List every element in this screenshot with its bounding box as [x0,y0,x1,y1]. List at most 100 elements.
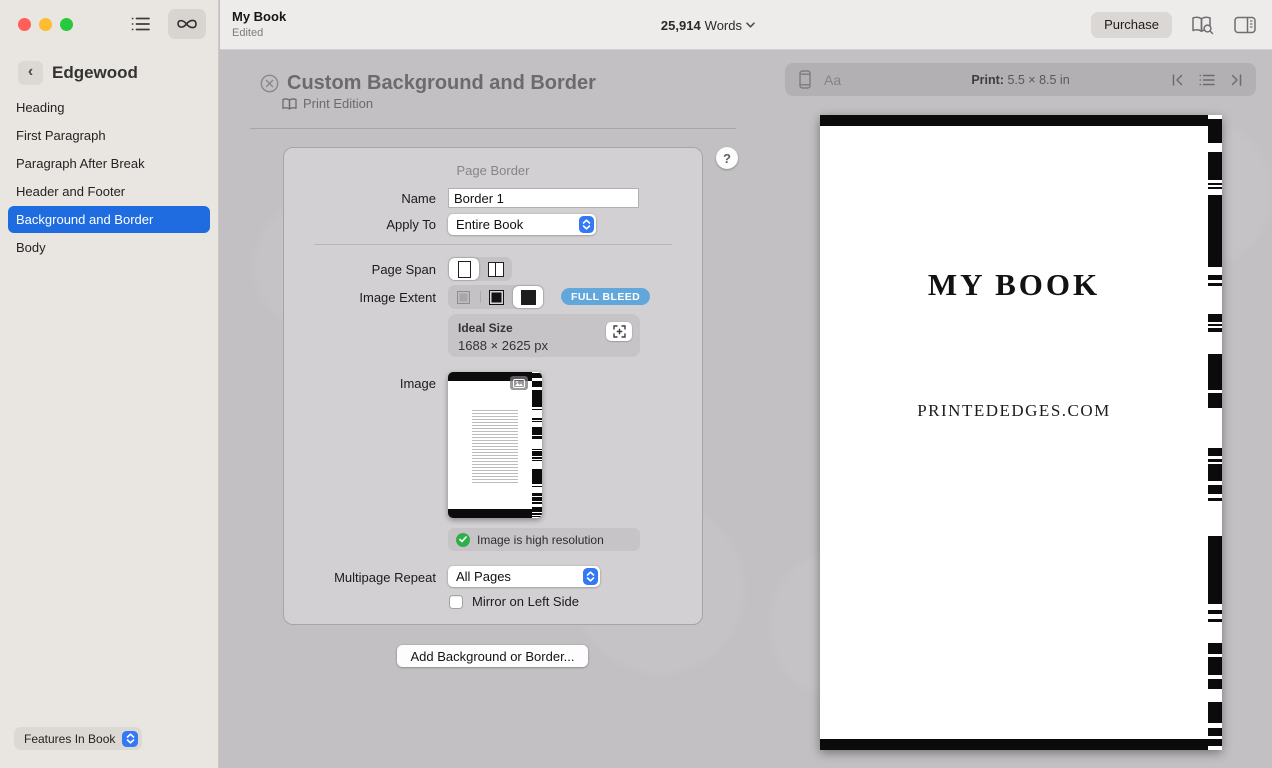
stepper-icon [579,216,594,233]
ideal-size-box: Ideal Size 1688 × 2625 px [448,314,640,357]
resolution-status-box: Image is high resolution [448,528,640,551]
editor-content: Custom Background and Border Print Editi… [220,50,769,768]
back-button[interactable]: ‹ [18,61,43,85]
crop-plus-icon [613,325,626,338]
border-edge-pattern [532,372,542,518]
two-page-icon [488,262,505,277]
help-button[interactable]: ? [716,147,738,169]
sidebar-item-header-and-footer[interactable]: Header and Footer [8,178,210,205]
inspector-panel-icon[interactable] [1234,16,1256,34]
sidebar-item-first-paragraph[interactable]: First Paragraph [8,122,210,149]
single-page-icon [458,261,471,278]
image-extent-page-option[interactable] [481,285,513,309]
section-title: Page Border [284,163,702,178]
preview-area: Aa Print: 5.5 × 8.5 in [769,50,1272,768]
multipage-repeat-label: Multipage Repeat [304,570,436,585]
chevron-down-icon [746,22,755,28]
chevron-left-icon: ‹ [28,63,33,81]
preview-header: Purchase [769,0,1272,50]
contents-mode-button[interactable] [122,9,160,39]
close-window-button[interactable] [18,18,31,31]
word-count-dropdown[interactable]: 25,914 Words [661,0,755,50]
thumbnail-text-block [472,410,518,484]
divider [250,128,736,129]
book-website-text: PRINTEDEDGES.COM [820,401,1208,421]
book-search-icon[interactable] [1191,15,1215,35]
first-page-icon[interactable] [1172,74,1184,86]
book-icon [282,98,297,110]
document-title: My Book [232,9,286,24]
styles-icon [175,15,199,33]
page-span-spread-option[interactable] [480,257,512,281]
border-edge-pattern [1208,115,1222,750]
image-label: Image [304,376,436,391]
apply-to-value: Entire Book [456,217,523,232]
document-status: Edited [232,27,263,39]
image-extent-bleed-option[interactable] [513,286,543,308]
zoom-window-button[interactable] [60,18,73,31]
page-border-panel: Page Border Name Apply To Entire Book Pa… [283,147,703,625]
page-list-icon[interactable] [1199,74,1215,86]
toc-icon [131,16,151,32]
editor-panel: My Book Edited 25,914 Words Custom Backg… [220,0,769,768]
border-top-bar [820,115,1208,126]
image-extent-margins-option[interactable] [448,285,480,309]
sidebar-item-heading[interactable]: Heading [8,94,210,121]
check-icon [456,533,470,547]
styles-mode-button[interactable] [168,9,206,39]
style-nav-list: HeadingFirst ParagraphParagraph After Br… [8,94,210,262]
sidebar: ‹ Edgewood HeadingFirst ParagraphParagra… [0,0,219,768]
word-count-value: 25,914 [661,18,701,33]
ideal-size-label: Ideal Size [458,321,630,335]
border-bottom-bar [448,509,532,518]
page-span-segmented-control [448,257,512,281]
stepper-icon [122,731,138,747]
features-in-book-label: Features In Book [24,732,115,746]
mirror-left-checkbox[interactable] [449,595,463,609]
remove-style-icon[interactable] [260,74,279,93]
features-in-book-dropdown[interactable]: Features In Book [14,727,142,750]
sidebar-item-background-and-border[interactable]: Background and Border [8,206,210,233]
resolution-status: Image is high resolution [477,533,604,547]
question-mark-icon: ? [723,151,731,166]
device-icon[interactable] [799,70,811,89]
preview-toolbar: Aa Print: 5.5 × 8.5 in [785,63,1256,96]
extent-margins-icon [457,291,470,304]
mirror-left-label: Mirror on Left Side [472,594,579,609]
word-count-suffix: Words [705,18,742,33]
purchase-button[interactable]: Purchase [1091,12,1172,38]
last-page-icon[interactable] [1230,74,1242,86]
image-well[interactable] [448,372,542,518]
extent-bleed-icon [521,290,536,305]
add-background-button[interactable]: Add Background or Border... [397,645,588,667]
text-size-icon[interactable]: Aa [824,72,841,88]
name-label: Name [304,191,436,206]
sidebar-toolbar [122,9,206,39]
book-title-text: MY BOOK [820,267,1208,303]
size-to-fit-button[interactable] [606,322,632,341]
minimize-window-button[interactable] [39,18,52,31]
full-bleed-badge: FULL BLEED [561,288,650,305]
page-span-single-option[interactable] [449,258,479,280]
page-title: Custom Background and Border [287,72,596,95]
divider [314,244,672,245]
style-set-title: Edgewood [52,63,138,83]
multipage-repeat-value: All Pages [456,569,511,584]
ideal-size-value: 1688 × 2625 px [458,338,630,353]
page-span-label: Page Span [304,262,436,277]
window-controls [18,18,73,31]
name-input[interactable] [448,188,639,208]
edition-label: Print Edition [303,96,373,111]
document-header: My Book Edited 25,914 Words [220,0,769,50]
stepper-icon [583,568,598,585]
image-extent-label: Image Extent [304,290,436,305]
multipage-repeat-select[interactable]: All Pages [448,566,600,587]
sidebar-item-paragraph-after-break[interactable]: Paragraph After Break [8,150,210,177]
image-badge-icon [510,376,528,390]
extent-page-icon [489,290,504,305]
book-page-preview[interactable]: MY BOOK PRINTEDEDGES.COM [820,115,1222,750]
preview-panel: Purchase [769,0,1272,768]
image-extent-segmented-control [448,285,544,309]
apply-to-select[interactable]: Entire Book [448,214,596,235]
sidebar-item-body[interactable]: Body [8,234,210,261]
